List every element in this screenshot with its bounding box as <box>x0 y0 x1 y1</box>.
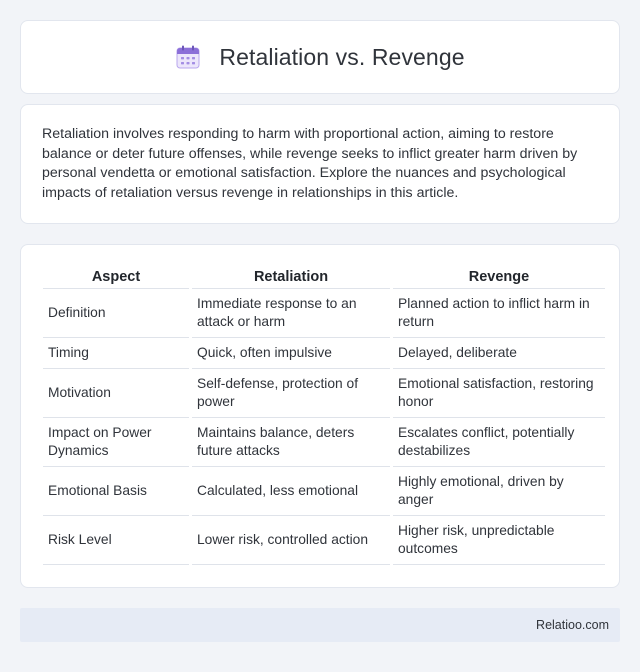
cell-retaliation: Immediate response to an attack or harm <box>192 289 390 338</box>
cell-retaliation: Quick, often impulsive <box>192 338 390 369</box>
intro-card: Retaliation involves responding to harm … <box>20 104 620 224</box>
cell-aspect: Risk Level <box>43 516 189 565</box>
table-row: Timing Quick, often impulsive Delayed, d… <box>43 338 605 369</box>
title-card: Retaliation vs. Revenge <box>20 20 620 94</box>
cell-aspect: Motivation <box>43 369 189 418</box>
table-row: Definition Immediate response to an atta… <box>43 289 605 338</box>
page-title: Retaliation vs. Revenge <box>219 43 465 70</box>
comparison-card: Aspect Retaliation Revenge Definition Im… <box>20 244 620 588</box>
intro-paragraph: Retaliation involves responding to harm … <box>42 126 578 202</box>
table-row: Risk Level Lower risk, controlled action… <box>43 516 605 565</box>
footer-site-link[interactable]: Relatioo.com <box>536 618 609 632</box>
cell-aspect: Definition <box>43 289 189 338</box>
cell-revenge: Highly emotional, driven by anger <box>393 467 605 516</box>
cell-retaliation: Calculated, less emotional <box>192 467 390 516</box>
table-header-row: Aspect Retaliation Revenge <box>43 266 605 289</box>
cell-revenge: Delayed, deliberate <box>393 338 605 369</box>
header-revenge: Revenge <box>393 266 605 289</box>
cell-retaliation: Self-defense, protection of power <box>192 369 390 418</box>
comparison-table: Aspect Retaliation Revenge Definition Im… <box>40 266 608 565</box>
cell-aspect: Impact on Power Dynamics <box>43 418 189 467</box>
table-row: Motivation Self-defense, protection of p… <box>43 369 605 418</box>
cell-revenge: Escalates conflict, potentially destabil… <box>393 418 605 467</box>
header-aspect: Aspect <box>43 266 189 289</box>
calendar-icon <box>175 44 201 70</box>
table-row: Impact on Power Dynamics Maintains balan… <box>43 418 605 467</box>
cell-retaliation: Lower risk, controlled action <box>192 516 390 565</box>
cell-retaliation: Maintains balance, deters future attacks <box>192 418 390 467</box>
header-retaliation: Retaliation <box>192 266 390 289</box>
footer: Relatioo.com <box>20 608 620 642</box>
table-row: Emotional Basis Calculated, less emotion… <box>43 467 605 516</box>
cell-aspect: Timing <box>43 338 189 369</box>
cell-revenge: Emotional satisfaction, restoring honor <box>393 369 605 418</box>
cell-revenge: Planned action to inflict harm in return <box>393 289 605 338</box>
cell-revenge: Higher risk, unpredictable outcomes <box>393 516 605 565</box>
cell-aspect: Emotional Basis <box>43 467 189 516</box>
